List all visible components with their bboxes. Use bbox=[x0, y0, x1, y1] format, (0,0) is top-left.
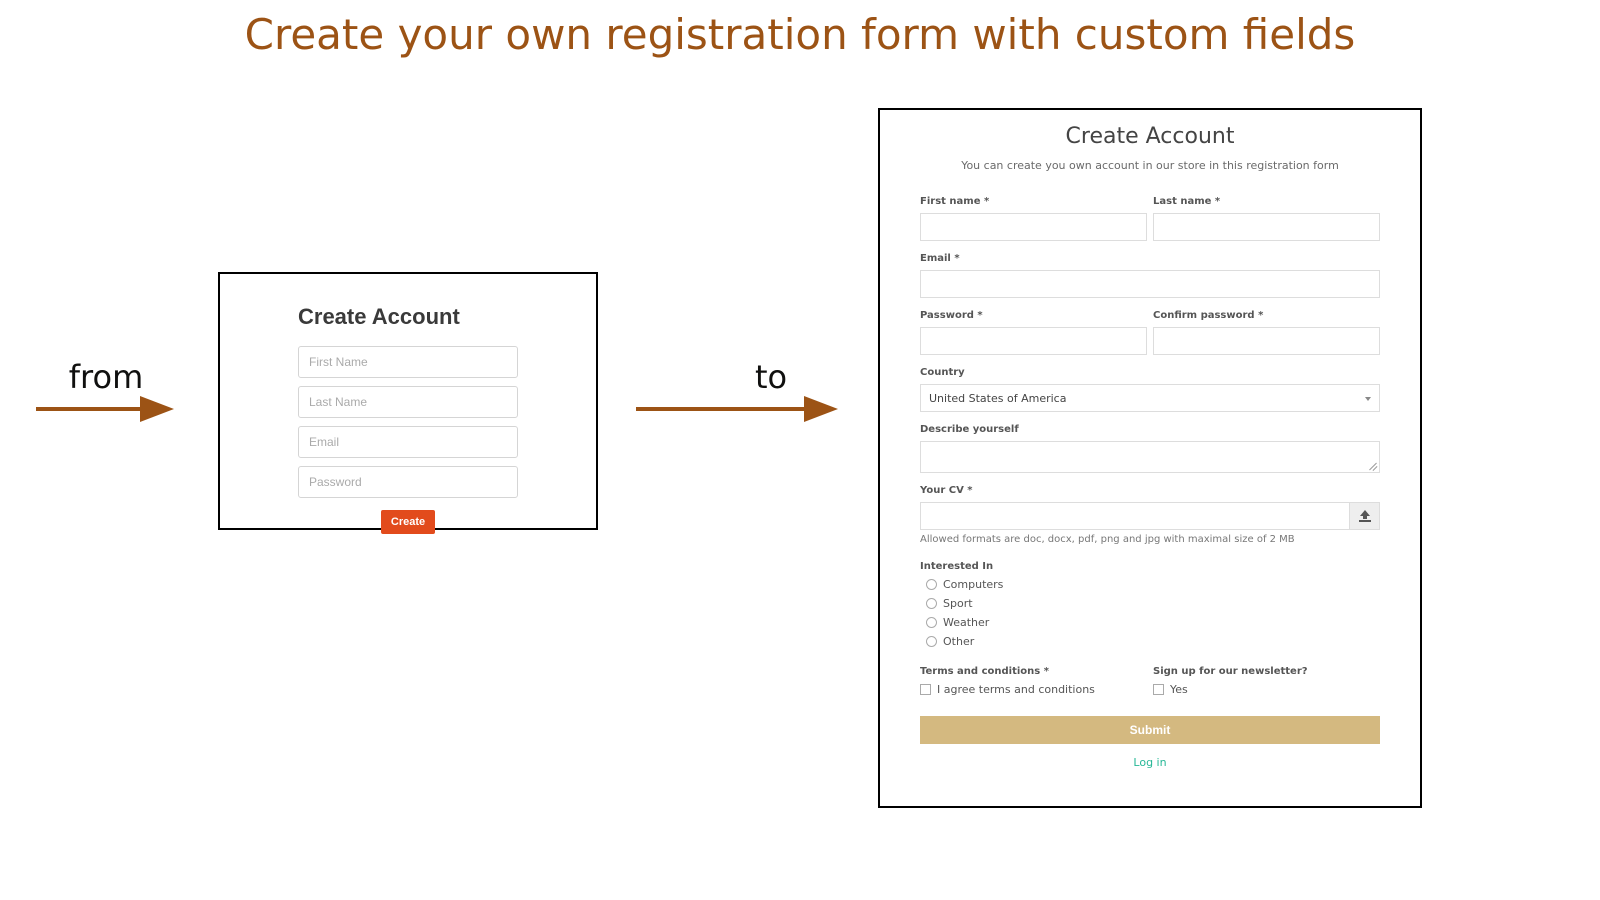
interest-label: Sport bbox=[943, 597, 973, 610]
interest-option-weather[interactable]: Weather bbox=[926, 616, 1380, 629]
arrow-to-label: to bbox=[636, 358, 846, 396]
terms-checkbox-label: I agree terms and conditions bbox=[937, 683, 1095, 696]
checkbox-icon bbox=[1153, 684, 1164, 695]
cv-hint: Allowed formats are doc, docx, pdf, png … bbox=[920, 534, 1380, 545]
cv-upload-button[interactable] bbox=[1350, 502, 1380, 530]
radio-icon bbox=[926, 579, 937, 590]
email-label: Email * bbox=[920, 253, 1380, 264]
ext-first-name-input[interactable] bbox=[920, 213, 1147, 241]
ext-email-input[interactable] bbox=[920, 270, 1380, 298]
last-name-input[interactable] bbox=[298, 386, 518, 418]
newsletter-checkbox-row[interactable]: Yes bbox=[1153, 683, 1380, 696]
arrow-icon bbox=[636, 398, 846, 420]
cv-label: Your CV * bbox=[920, 485, 1380, 496]
confirm-password-label: Confirm password * bbox=[1153, 310, 1380, 321]
arrow-from: from bbox=[36, 358, 176, 420]
interested-label: Interested In bbox=[920, 561, 1380, 572]
terms-checkbox-row[interactable]: I agree terms and conditions bbox=[920, 683, 1147, 696]
ext-form-heading: Create Account bbox=[886, 124, 1414, 149]
interest-label: Computers bbox=[943, 578, 1003, 591]
country-select[interactable]: United States of America bbox=[920, 384, 1380, 412]
country-select-value: United States of America bbox=[929, 392, 1066, 405]
interest-label: Other bbox=[943, 635, 974, 648]
upload-icon bbox=[1359, 510, 1371, 522]
arrow-from-label: from bbox=[36, 358, 176, 396]
last-name-label: Last name * bbox=[1153, 196, 1380, 207]
email-input[interactable] bbox=[298, 426, 518, 458]
password-label: Password * bbox=[920, 310, 1147, 321]
cv-file-path[interactable] bbox=[920, 502, 1350, 530]
newsletter-label: Sign up for our newsletter? bbox=[1153, 666, 1380, 677]
page-title: Create your own registration form with c… bbox=[0, 10, 1600, 59]
describe-label: Describe yourself bbox=[920, 424, 1380, 435]
terms-label: Terms and conditions * bbox=[920, 666, 1147, 677]
arrow-icon bbox=[36, 398, 176, 420]
create-button[interactable]: Create bbox=[381, 510, 435, 534]
simple-form-card: Create Account Create bbox=[218, 272, 598, 530]
ext-form-subtitle: You can create you own account in our st… bbox=[886, 159, 1414, 172]
radio-icon bbox=[926, 617, 937, 628]
country-label: Country bbox=[920, 367, 1380, 378]
describe-textarea[interactable] bbox=[920, 441, 1380, 473]
resize-handle-icon bbox=[1367, 460, 1377, 470]
checkbox-icon bbox=[920, 684, 931, 695]
arrow-to: to bbox=[636, 358, 846, 420]
first-name-input[interactable] bbox=[298, 346, 518, 378]
radio-icon bbox=[926, 636, 937, 647]
extended-form-card: Create Account You can create you own ac… bbox=[878, 108, 1422, 808]
login-link[interactable]: Log in bbox=[920, 756, 1380, 769]
ext-confirm-password-input[interactable] bbox=[1153, 327, 1380, 355]
submit-button[interactable]: Submit bbox=[920, 716, 1380, 744]
ext-password-input[interactable] bbox=[920, 327, 1147, 355]
interest-option-other[interactable]: Other bbox=[926, 635, 1380, 648]
interest-option-computers[interactable]: Computers bbox=[926, 578, 1380, 591]
newsletter-checkbox-label: Yes bbox=[1170, 683, 1188, 696]
simple-form-heading: Create Account bbox=[298, 304, 518, 330]
radio-icon bbox=[926, 598, 937, 609]
interest-option-sport[interactable]: Sport bbox=[926, 597, 1380, 610]
chevron-down-icon bbox=[1365, 397, 1371, 401]
interest-label: Weather bbox=[943, 616, 989, 629]
first-name-label: First name * bbox=[920, 196, 1147, 207]
password-input[interactable] bbox=[298, 466, 518, 498]
ext-last-name-input[interactable] bbox=[1153, 213, 1380, 241]
